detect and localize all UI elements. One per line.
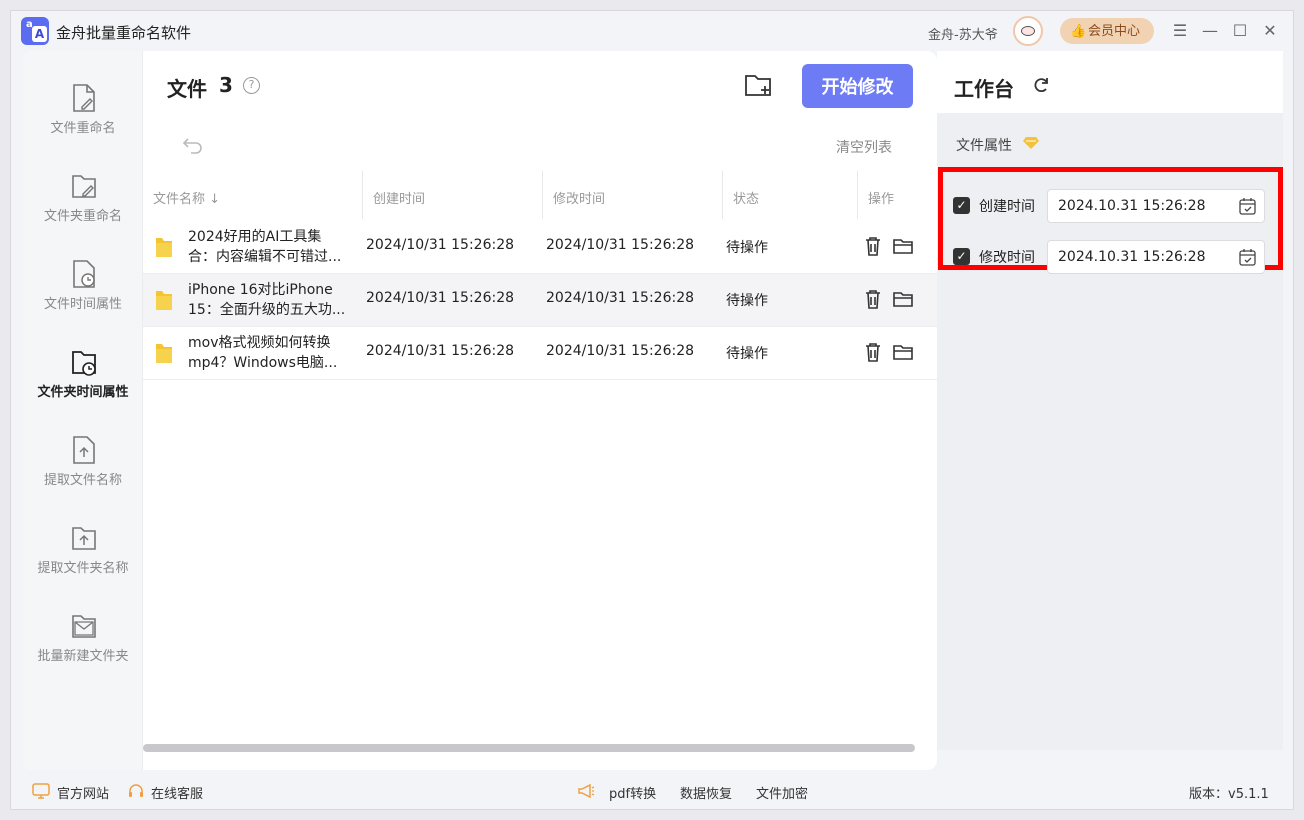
file-attributes-label: 文件属性 [956, 138, 1012, 154]
add-folder-icon[interactable] [743, 71, 773, 99]
version-label: 版本：v5.1.1 [1189, 787, 1269, 802]
sort-arrow-icon[interactable]: ↓ [209, 192, 220, 207]
app-title: 金舟批量重命名软件 [56, 24, 192, 42]
app-logo: a A [21, 17, 49, 45]
column-header-name[interactable]: 文件名称 ↓ [153, 188, 220, 207]
file-encrypt-link[interactable]: 文件加密 [756, 783, 808, 802]
megaphone-icon [578, 783, 595, 799]
data-recovery-link[interactable]: 数据恢复 [680, 783, 732, 802]
file-name: iPhone 16对比iPhone 15：全面升级的五大功... [188, 282, 346, 318]
diamond-icon [1023, 137, 1039, 149]
workbench-title: 工作台 [954, 77, 1014, 101]
modified-time-input[interactable] [1047, 240, 1265, 274]
files-count: 3 [219, 73, 233, 97]
thumbs-up-icon: 👍 [1070, 23, 1087, 38]
trash-icon[interactable] [862, 235, 884, 257]
sidebar-item-folder-rename[interactable]: 文件夹重命名 [23, 171, 143, 241]
open-folder-icon[interactable] [892, 288, 914, 310]
option-modified-time: ✓ 修改时间 [950, 240, 1270, 274]
files-title: 文件 [167, 77, 207, 101]
column-header-modified[interactable]: 修改时间 [553, 188, 605, 207]
status-text: 待操作 [726, 293, 768, 309]
trash-icon[interactable] [862, 288, 884, 310]
username[interactable]: 金舟-苏大爷 [928, 24, 998, 43]
folder-icon [156, 291, 172, 310]
title-bar: a A 金舟批量重命名软件 金舟-苏大爷 👍 会员中心 ☰ — ☐ ✕ [11, 11, 1293, 51]
folder-icon [156, 238, 172, 257]
sidebar-item-folder-time[interactable]: 文件夹时间属性 [23, 347, 143, 417]
main-panel: 文件重命名 文件夹重命名 文件时间属性 文件夹时间属性 提取文件名称 提取文件夹… [23, 51, 937, 770]
refresh-icon[interactable] [1031, 75, 1051, 95]
folder-edit-icon [72, 175, 96, 198]
sidebar-item-file-time[interactable]: 文件时间属性 [23, 259, 143, 329]
close-icon[interactable]: ✕ [1259, 20, 1281, 42]
start-modify-button[interactable]: 开始修改 [802, 64, 913, 108]
modified-time: 2024/10/31 15:26:28 [546, 237, 695, 253]
headset-icon [129, 784, 143, 797]
app-window: a A 金舟批量重命名软件 金舟-苏大爷 👍 会员中心 ☰ — ☐ ✕ 文件重命名… [10, 10, 1294, 810]
column-header-actions: 操作 [868, 192, 895, 207]
file-extract-icon [73, 436, 95, 464]
minimize-icon[interactable]: — [1199, 20, 1221, 42]
monitor-icon [32, 783, 50, 799]
option-created-time: ✓ 创建时间 [950, 189, 1270, 223]
created-time-checkbox[interactable]: ✓ [953, 197, 970, 214]
column-header-status: 状态 [733, 192, 760, 207]
created-time: 2024/10/31 15:26:28 [366, 290, 515, 306]
folder-extract-icon [72, 527, 96, 550]
menu-icon[interactable]: ☰ [1169, 20, 1191, 42]
open-folder-icon[interactable] [892, 341, 914, 363]
file-name: mov格式视频如何转换 mp4？Windows电脑... [188, 335, 338, 371]
modified-time-checkbox[interactable]: ✓ [953, 248, 970, 265]
sidebar-item-file-rename[interactable]: 文件重命名 [23, 83, 143, 153]
sidebar-item-batch-new-folder[interactable]: 批量新建文件夹 [23, 611, 143, 681]
workbench-panel: 工作台 文件属性 ✓ 创建时间 ✓ 修改时间 [937, 51, 1283, 751]
calendar-icon[interactable] [1239, 198, 1256, 215]
workbench-body: 文件属性 ✓ 创建时间 ✓ 修改时间 [937, 113, 1283, 750]
pdf-convert-link[interactable]: pdf转换 [609, 783, 656, 802]
folder-new-icon [72, 615, 96, 638]
table-row[interactable]: 2024好用的AI工具集 合：内容编辑不可错过... 2024/10/31 15… [143, 221, 937, 274]
table-header: 文件名称 ↓ 创建时间 修改时间 状态 操作 [143, 171, 937, 221]
online-support-link[interactable]: 在线客服 [151, 783, 203, 802]
workbench-header: 工作台 [937, 51, 1283, 113]
vip-center-button[interactable]: 👍 会员中心 [1060, 18, 1154, 44]
help-icon[interactable]: ? [243, 77, 260, 94]
modified-time: 2024/10/31 15:26:28 [546, 290, 695, 306]
status-text: 待操作 [726, 346, 768, 362]
created-time-input[interactable] [1047, 189, 1265, 223]
trash-icon[interactable] [862, 341, 884, 363]
file-edit-icon [73, 84, 95, 112]
created-time: 2024/10/31 15:26:28 [366, 343, 515, 359]
table-row[interactable]: mov格式视频如何转换 mp4？Windows电脑... 2024/10/31 … [143, 327, 937, 380]
file-clock-icon [73, 260, 95, 288]
folder-icon [156, 344, 172, 363]
sidebar-item-extract-file[interactable]: 提取文件名称 [23, 435, 143, 505]
calendar-icon[interactable] [1239, 249, 1256, 266]
horizontal-scrollbar[interactable] [143, 744, 915, 752]
maximize-icon[interactable]: ☐ [1229, 20, 1251, 42]
open-folder-icon[interactable] [892, 235, 914, 257]
official-website-link[interactable]: 官方网站 [57, 783, 109, 802]
status-text: 待操作 [726, 240, 768, 256]
folder-clock-icon [72, 351, 96, 376]
modified-time-label: 修改时间 [979, 250, 1035, 266]
created-time: 2024/10/31 15:26:28 [366, 237, 515, 253]
sidebar-item-extract-folder[interactable]: 提取文件夹名称 [23, 523, 143, 593]
undo-icon[interactable] [181, 135, 205, 155]
created-time-label: 创建时间 [979, 199, 1035, 215]
file-list-area: 文件 3 ? 开始修改 清空列表 文件名称 ↓ 创建时间 修改时间 状态 操作 [143, 51, 937, 770]
file-name: 2024好用的AI工具集 合：内容编辑不可错过... [188, 229, 342, 265]
sidebar: 文件重命名 文件夹重命名 文件时间属性 文件夹时间属性 提取文件名称 提取文件夹… [23, 51, 143, 770]
avatar[interactable] [1013, 16, 1043, 46]
clear-list-button[interactable]: 清空列表 [836, 137, 892, 157]
table-row[interactable]: iPhone 16对比iPhone 15：全面升级的五大功... 2024/10… [143, 274, 937, 327]
column-header-created[interactable]: 创建时间 [373, 188, 425, 207]
footer-bar: 官方网站 在线客服 pdf转换 数据恢复 文件加密 版本：v5.1.1 [11, 771, 1295, 811]
modified-time: 2024/10/31 15:26:28 [546, 343, 695, 359]
